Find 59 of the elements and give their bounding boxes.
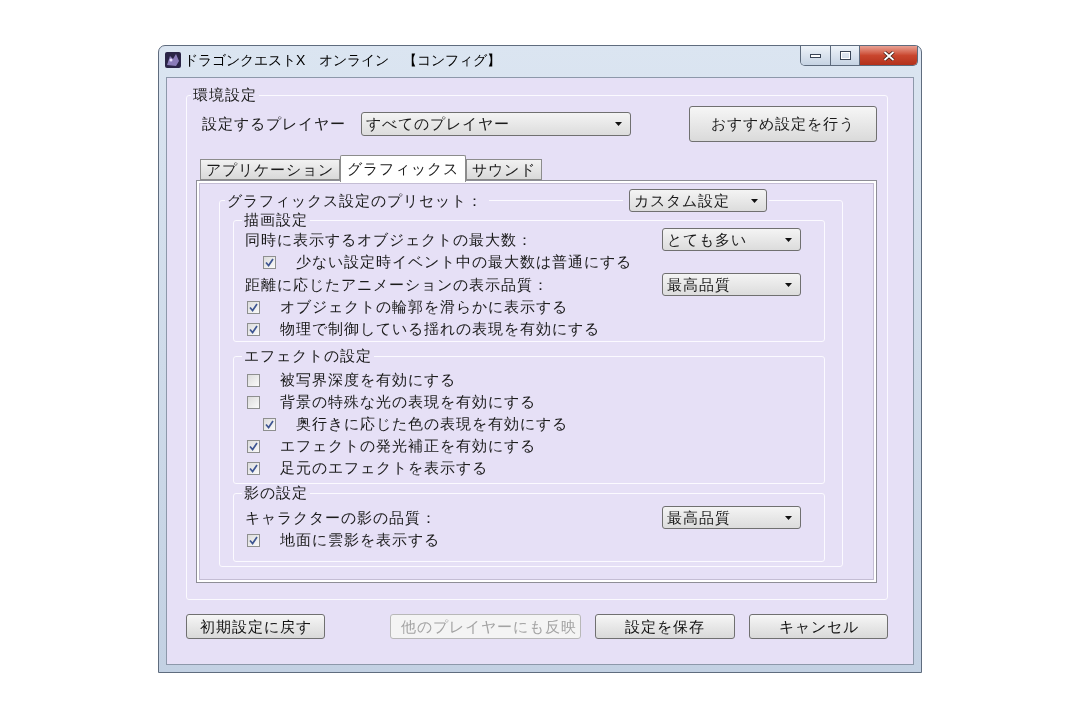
checkmark-icon: [249, 463, 258, 473]
checkbox-label: 物理で制御している揺れの表現を有効にする: [280, 320, 600, 338]
maximize-button[interactable]: [831, 46, 860, 65]
caret-icon: [785, 515, 792, 520]
player-label: 設定するプレイヤー: [202, 115, 347, 133]
checkmark-icon: [249, 441, 258, 451]
checkbox-label: オブジェクトの輪郭を滑らかに表示する: [280, 298, 568, 316]
dialog-button[interactable]: 初期設定に戻す: [186, 614, 325, 639]
preset-label: グラフィックス設定のプリセット：: [227, 191, 483, 210]
dialog-button[interactable]: キャンセル: [749, 614, 888, 639]
close-button[interactable]: [860, 46, 917, 65]
checkbox[interactable]: [247, 461, 260, 475]
setting-label: キャラクターの影の品質：: [245, 508, 437, 527]
minimize-button[interactable]: [801, 46, 831, 65]
dropdown[interactable]: 最高品質: [662, 506, 801, 529]
tab[interactable]: アプリケーション: [200, 159, 340, 180]
recommended-settings-button[interactable]: おすすめ設定を行う: [689, 106, 877, 142]
caret-icon: [751, 198, 758, 203]
dialog-button[interactable]: 設定を保存: [595, 614, 735, 639]
checkbox[interactable]: [247, 300, 260, 314]
app-icon: [165, 52, 181, 68]
checkbox[interactable]: [247, 533, 260, 547]
group-title: エフェクトの設定: [243, 348, 373, 364]
checkbox-label: 足元のエフェクトを表示する: [280, 459, 488, 477]
tab[interactable]: グラフィックス: [340, 155, 466, 182]
checkbox[interactable]: [247, 373, 260, 387]
checkbox-label: 地面に雲影を表示する: [280, 531, 440, 549]
close-icon: [882, 50, 895, 61]
minimize-icon: [810, 53, 821, 58]
tab[interactable]: サウンド: [466, 159, 542, 180]
checkmark-icon: [265, 419, 274, 429]
checkbox[interactable]: [263, 417, 276, 431]
checkmark-icon: [249, 535, 258, 545]
checkmark-icon: [265, 257, 274, 267]
checkbox[interactable]: [247, 322, 260, 336]
group-title: 環境設定: [192, 86, 258, 104]
checkbox[interactable]: [247, 395, 260, 409]
checkbox-label: 背景の特殊な光の表現を有効にする: [280, 393, 536, 411]
caret-icon: [615, 122, 622, 126]
dropdown[interactable]: 最高品質: [662, 273, 801, 296]
maximize-icon: [839, 51, 851, 60]
checkbox[interactable]: [263, 255, 276, 269]
checkmark-icon: [249, 324, 258, 334]
caret-icon: [785, 282, 792, 287]
group-title: 影の設定: [243, 485, 309, 501]
group-title: 描画設定: [243, 212, 309, 228]
window-title: ドラゴンクエストX オンライン 【コンフィグ】: [184, 51, 502, 69]
setting-label: 距離に応じたアニメーションの表示品質：: [245, 275, 549, 294]
dropdown[interactable]: とても多い: [662, 228, 801, 251]
dropdown[interactable]: すべてのプレイヤー: [361, 112, 631, 136]
caret-icon: [785, 237, 792, 242]
checkbox[interactable]: [247, 439, 260, 453]
dropdown[interactable]: カスタム設定: [629, 189, 767, 212]
checkbox-label: エフェクトの発光補正を有効にする: [280, 437, 536, 455]
checkbox-label: 少ない設定時イベント中の最大数は普通にする: [296, 253, 632, 271]
setting-label: 同時に表示するオブジェクトの最大数：: [245, 230, 533, 249]
checkbox-label: 被写界深度を有効にする: [280, 371, 456, 389]
checkbox-label: 奥行きに応じた色の表現を有効にする: [296, 415, 568, 433]
checkmark-icon: [249, 302, 258, 312]
